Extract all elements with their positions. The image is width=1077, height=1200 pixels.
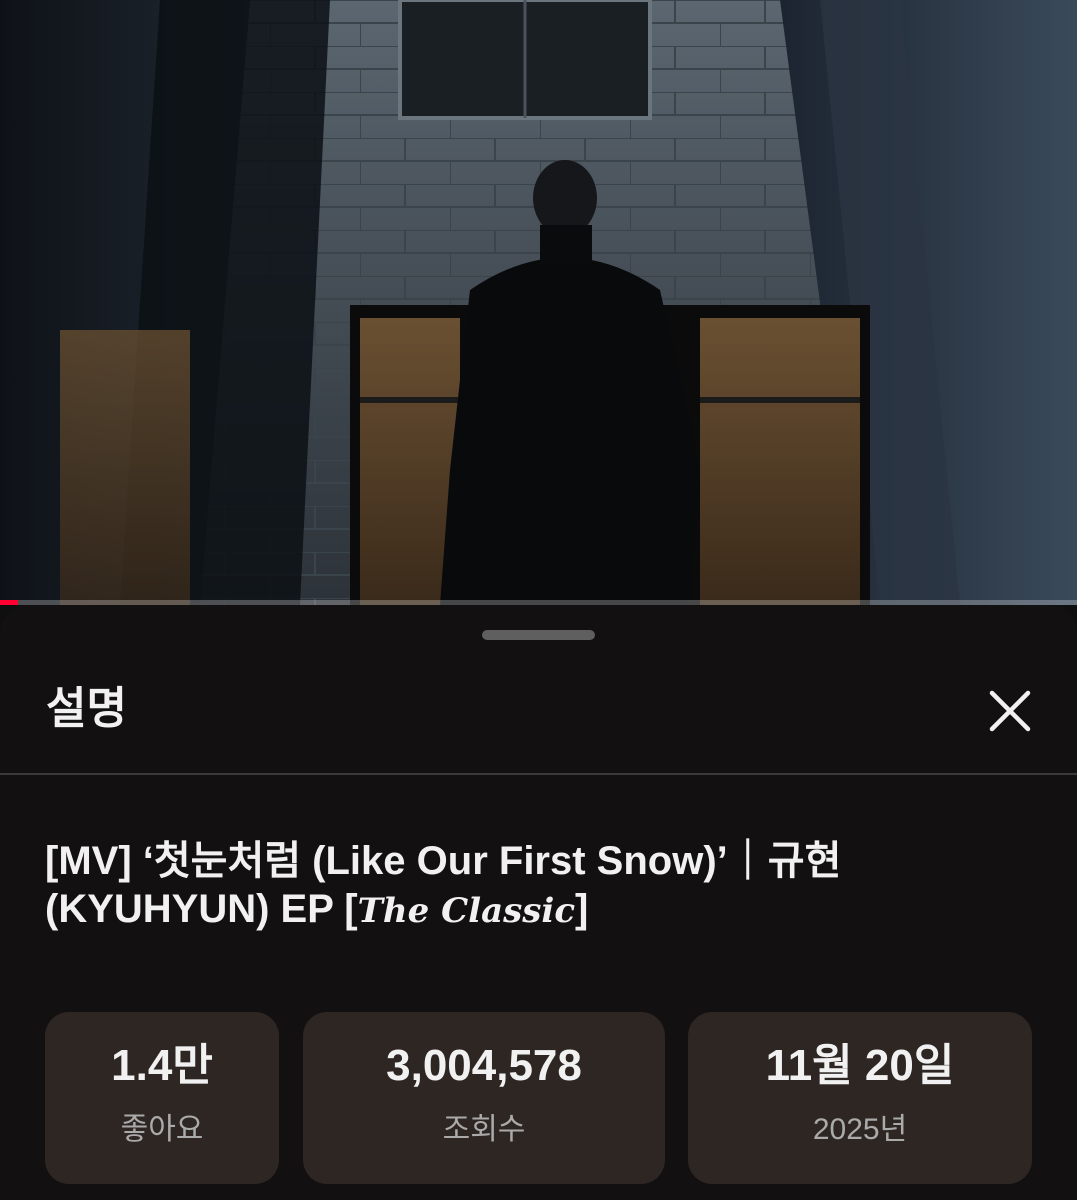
- close-icon: [989, 690, 1031, 732]
- date-chip: 11월 20일 2025년: [688, 1012, 1032, 1184]
- likes-count: 1.4만: [111, 1041, 213, 1090]
- header-divider: [0, 773, 1077, 775]
- video-title-stylized: The Classic: [357, 891, 576, 931]
- likes-label: 좋아요: [120, 1113, 204, 1146]
- views-label: 조회수: [442, 1113, 526, 1146]
- video-title: [MV] ‘첫눈처럼 (Like Our First Snow)’｜규현 (KY…: [45, 837, 1035, 935]
- publish-year: 2025년: [812, 1113, 908, 1146]
- views-count: 3,004,578: [386, 1041, 582, 1090]
- video-title-suffix: ]: [575, 887, 589, 931]
- video-progress-fill: [0, 600, 19, 605]
- video-frame: [0, 0, 1077, 605]
- likes-chip: 1.4만 좋아요: [45, 1012, 279, 1184]
- video-title-line-1: [MV] ‘첫눈처럼 (Like Our First Snow)’｜규현: [45, 839, 842, 883]
- description-panel: 설명 [MV] ‘첫눈처럼 (Like Our First Snow)’｜규현 …: [0, 605, 1077, 1200]
- video-title-line-2: (KYUHYUN) EP [The Classic]: [45, 885, 1035, 935]
- publish-date: 11월 20일: [765, 1041, 955, 1090]
- views-chip: 3,004,578 조회수: [303, 1012, 665, 1184]
- close-button[interactable]: [980, 681, 1040, 741]
- video-title-prefix: (KYUHYUN) EP [: [45, 887, 358, 931]
- video-player[interactable]: [0, 0, 1077, 605]
- drag-handle[interactable]: [482, 630, 595, 640]
- panel-title: 설명: [46, 684, 127, 733]
